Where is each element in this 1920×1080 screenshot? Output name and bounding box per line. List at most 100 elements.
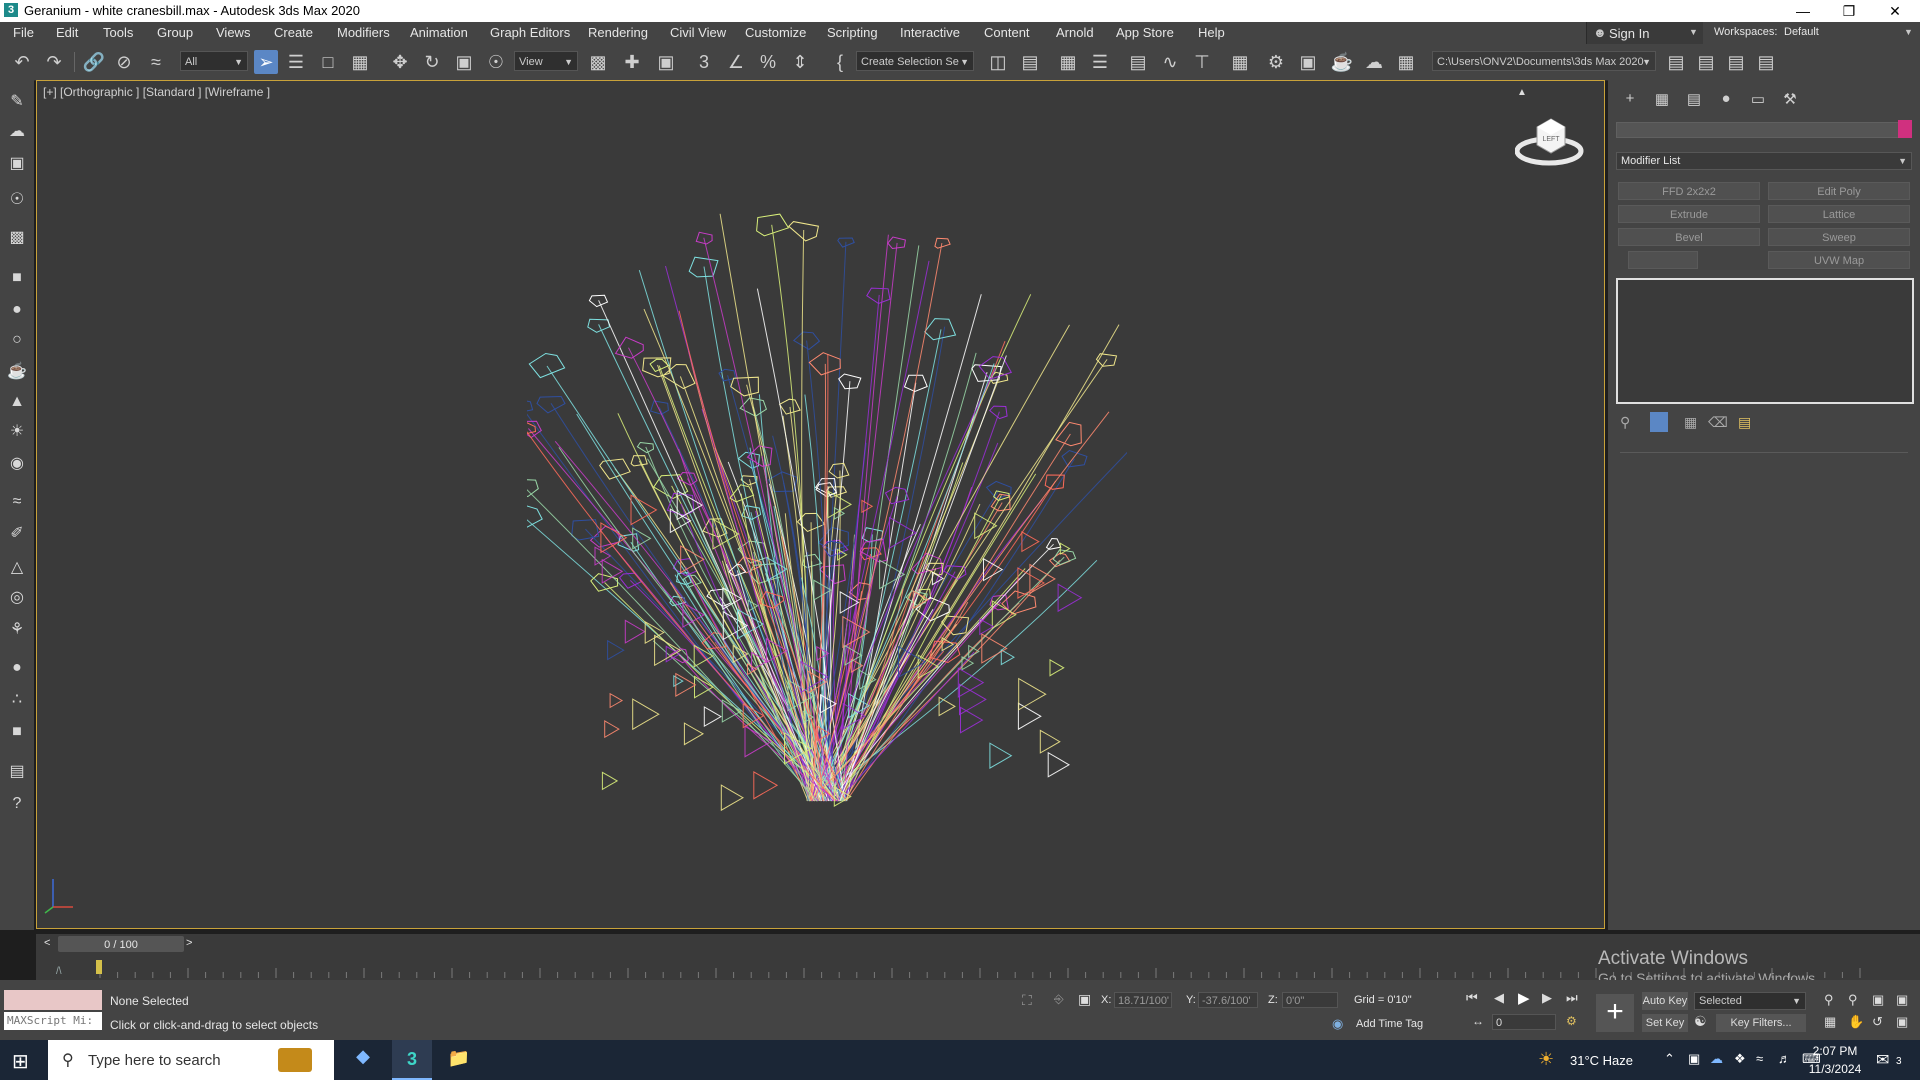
a360-gallery-icon[interactable]: ▦	[1394, 50, 1418, 74]
select-by-name-icon[interactable]: ☰	[284, 50, 308, 74]
maximize-viewport-icon[interactable]: ▣	[1896, 1014, 1908, 1030]
modifier-button-sweep[interactable]: Sweep	[1768, 228, 1910, 246]
auto-key-button[interactable]: Auto Key	[1642, 992, 1688, 1010]
utilities-tab-icon[interactable]: ⚒	[1778, 90, 1802, 112]
zoom-all-icon[interactable]: ⚲	[1848, 992, 1858, 1008]
snaps-toggle-icon[interactable]: 3	[692, 50, 716, 74]
spinner-snap-icon[interactable]: ⇕	[788, 50, 812, 74]
rotate-icon[interactable]: ↻	[420, 50, 444, 74]
orbit-icon[interactable]: ↺	[1872, 1014, 1883, 1030]
display-tab-icon[interactable]: ▭	[1746, 90, 1770, 112]
modifier-button-extrude[interactable]: Extrude	[1618, 205, 1760, 223]
y-coordinate-field[interactable]: -37.6/100'	[1198, 992, 1258, 1008]
project-folder-dropdown[interactable]: C:\Users\ONV2\Documents\3ds Max 2020 ▼	[1432, 51, 1656, 71]
menu-group[interactable]: Group	[157, 25, 193, 40]
configure-modifier-sets-icon[interactable]: ▤	[1738, 414, 1751, 431]
menu-content[interactable]: Content	[984, 25, 1030, 40]
modifier-button-lattice[interactable]: Lattice	[1768, 205, 1910, 223]
render-in-cloud-icon[interactable]: ☁	[1362, 50, 1386, 74]
zoom-extents-all-icon[interactable]: ▣	[1896, 992, 1908, 1008]
redo-icon[interactable]: ↷	[42, 50, 66, 74]
next-frame-icon[interactable]: ▶	[1542, 990, 1552, 1006]
modifier-stack[interactable]	[1616, 278, 1914, 404]
plant-wireframe[interactable]	[527, 201, 1127, 821]
selection-filter-dropdown[interactable]: All ▼	[180, 51, 248, 71]
light-icon[interactable]: ☉	[5, 188, 29, 212]
menu-views[interactable]: Views	[216, 25, 250, 40]
pin-stack-icon[interactable]: ⚲	[1620, 414, 1630, 431]
sphere-icon[interactable]: ●	[5, 298, 29, 322]
window-crossing-icon[interactable]: ▦	[348, 50, 372, 74]
zoom-extents-icon[interactable]: ▣	[1872, 992, 1884, 1008]
modifier-button-bevel[interactable]: Bevel	[1618, 228, 1760, 246]
object-name-field[interactable]	[1616, 122, 1902, 138]
time-configuration-icon[interactable]: ⚙	[1566, 1014, 1577, 1028]
key-mode-dropdown[interactable]: Selected ▼	[1694, 992, 1806, 1010]
placement-icon[interactable]: ☉	[484, 50, 508, 74]
key-filters-button[interactable]: Key Filters...	[1716, 1014, 1806, 1032]
material-editor-icon[interactable]: ▦	[1228, 50, 1252, 74]
curve-editor-icon[interactable]: ∿	[1158, 50, 1182, 74]
show-end-result-icon[interactable]	[1650, 412, 1668, 432]
previous-frame-icon[interactable]: ◀	[1494, 990, 1504, 1006]
menu-civil-view[interactable]: Civil View	[670, 25, 726, 40]
time-slider-prev[interactable]: <	[44, 937, 50, 949]
box-icon[interactable]: ■	[5, 266, 29, 290]
current-frame-field[interactable]: 0	[1492, 1014, 1556, 1030]
modifier-button-ffd[interactable]: FFD 2x2x2	[1618, 182, 1760, 200]
paint-brush-icon[interactable]: ✐	[5, 522, 29, 546]
camera-icon[interactable]: ▩	[5, 226, 29, 250]
z-coordinate-field[interactable]: 0'0"	[1282, 992, 1338, 1008]
menu-tools[interactable]: Tools	[103, 25, 133, 40]
viewport-home-icon[interactable]: ▲	[1517, 87, 1527, 98]
workspace-selector[interactable]: Workspaces: Default ▼	[1708, 22, 1920, 44]
bind-space-warp-icon[interactable]: ≈	[144, 50, 168, 74]
scene-explorer-icon[interactable]: ▣	[5, 152, 29, 176]
sign-in-dropdown[interactable]: ☻ Sign In ▼	[1586, 22, 1703, 44]
teapot-icon[interactable]: ☕	[5, 360, 29, 384]
object-paint-icon[interactable]: ✎	[5, 90, 29, 114]
render-production-icon[interactable]: ☕	[1330, 50, 1354, 74]
hierarchy-tab-icon[interactable]: ▤	[1682, 90, 1706, 112]
menu-app-store[interactable]: App Store	[1116, 25, 1174, 40]
render-icon[interactable]: ■	[5, 720, 29, 744]
create-tab-icon[interactable]: +	[1618, 90, 1642, 112]
globe-icon[interactable]: ◎	[5, 586, 29, 610]
tray-chevron-up-icon[interactable]: ⌃	[1664, 1051, 1675, 1067]
volume-icon[interactable]: ♬	[1778, 1051, 1791, 1066]
particles-icon[interactable]: ∴	[5, 688, 29, 712]
edit-named-selection-icon[interactable]: {	[828, 50, 852, 74]
menu-rendering[interactable]: Rendering	[588, 25, 648, 40]
undo-icon[interactable]: ↶	[10, 50, 34, 74]
weather-text[interactable]: 31°C Haze	[1570, 1053, 1633, 1068]
motion-tab-icon[interactable]: ●	[1714, 90, 1738, 112]
render-setup-icon[interactable]: ⚙	[1264, 50, 1288, 74]
unlink-icon[interactable]: ⊘	[112, 50, 136, 74]
link-icon[interactable]: 🔗	[82, 50, 106, 74]
align-icon[interactable]: ▤	[1018, 50, 1042, 74]
clock-time[interactable]: 2:07 PM	[1810, 1044, 1860, 1058]
add-time-tag[interactable]: Add Time Tag	[1356, 1018, 1423, 1030]
modify-tab-icon[interactable]: ▦	[1650, 90, 1674, 112]
percent-snap-icon[interactable]: %	[756, 50, 780, 74]
sun-icon[interactable]: ☀	[5, 420, 29, 444]
scale-icon[interactable]: ▣	[452, 50, 476, 74]
toggle-ribbon-icon[interactable]: ▤	[1126, 50, 1150, 74]
menu-customize[interactable]: Customize	[745, 25, 806, 40]
object-color-swatch[interactable]	[1898, 120, 1912, 138]
x-coordinate-field[interactable]: 18.71/100'	[1114, 992, 1172, 1008]
modifier-list-dropdown[interactable]: Modifier List ▼	[1616, 152, 1912, 170]
mirror-icon[interactable]: ◫	[986, 50, 1010, 74]
menu-graph-editors[interactable]: Graph Editors	[490, 25, 570, 40]
field-of-view-icon[interactable]: ▦	[1824, 1014, 1836, 1030]
keyboard-shortcut-toggle-icon[interactable]: ▣	[654, 50, 678, 74]
clock-date[interactable]: 11/3/2024	[1806, 1062, 1864, 1076]
scene-explorer-icon[interactable]: ▦	[1056, 50, 1080, 74]
modifier-button-empty[interactable]	[1628, 251, 1698, 269]
close-button[interactable]: ✕	[1872, 0, 1918, 22]
project-icon[interactable]: ▤	[1664, 50, 1688, 74]
modifier-button-uvw-map[interactable]: UVW Map	[1768, 251, 1910, 269]
maxscript-listener-mini[interactable]	[4, 990, 102, 1010]
rectangular-selection-icon[interactable]: □	[316, 50, 340, 74]
geosphere-icon[interactable]: ◉	[5, 452, 29, 476]
